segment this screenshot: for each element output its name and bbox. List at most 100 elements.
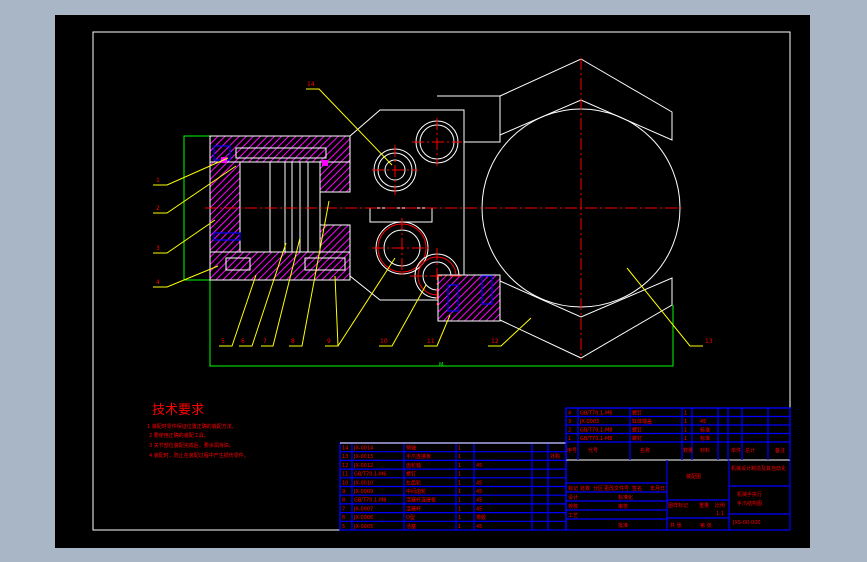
svg-text:3 关节部位装配完成后，要涂润滑油。: 3 关节部位装配完成后，要涂润滑油。: [149, 442, 234, 449]
parts-list-cell: JX-0013: [353, 454, 373, 460]
parts-list-cell: 中间齿轮: [406, 488, 426, 495]
parts-list-cell: GB/T70.1-M8: [580, 428, 612, 434]
svg-text:2 要使用正确的装配工具。: 2 要使用正确的装配工具。: [149, 432, 209, 439]
svg-text:技术要求: 技术要求: [152, 403, 204, 418]
svg-text:图样标记: 图样标记: [668, 502, 688, 509]
svg-text:JXS-00-000: JXS-00-000: [732, 520, 761, 526]
svg-text:年月日: 年月日: [650, 485, 665, 492]
parts-list-cell: 1: [458, 506, 461, 512]
svg-text:7: 7: [263, 338, 267, 345]
parts-list-cell: 齿轮轴: [406, 462, 421, 469]
parts-list-cell: 45: [476, 480, 482, 486]
parts-list-cell: 12: [342, 463, 348, 469]
svg-text:机械手执行: 机械手执行: [737, 491, 762, 498]
parts-list-cell: 7: [342, 506, 345, 512]
parts-list-cell: 45: [476, 463, 482, 469]
cad-drawing-canvas[interactable]: M 1 2 3 4 5 6 7 8 9 10 11 12 13 14 技术要求 …: [0, 0, 867, 562]
svg-text:校核: 校核: [568, 503, 578, 510]
parts-list-cell: 2: [568, 428, 571, 434]
parts-list-cell: 活塞杆: [406, 505, 421, 512]
svg-text:12: 12: [491, 338, 499, 345]
parts-list-cell: 活塞: [406, 523, 416, 530]
svg-text:工艺: 工艺: [568, 513, 578, 519]
parts-list-cell: 45: [476, 498, 482, 504]
parts-list-cell: JX-0012: [353, 463, 373, 469]
parts-list-cell: 螺钉: [632, 435, 642, 442]
parts-list-cell: 销轴: [406, 445, 416, 452]
parts-list-cell: 11: [342, 472, 348, 478]
parts-list-cell: 螺钉: [406, 471, 416, 478]
parts-list-cell: 1: [458, 480, 461, 486]
parts-list-cell: 标准: [700, 435, 710, 442]
parts-list-cell: 外购: [550, 453, 560, 460]
parts-list-cell: 1: [568, 436, 571, 442]
svg-text:9: 9: [327, 338, 331, 345]
parts-list-cell: O型: [406, 514, 415, 521]
parts-list-cell: 活塞杆连接板: [406, 497, 436, 504]
parts-list-cell: 1: [458, 524, 461, 530]
svg-text:14: 14: [307, 81, 315, 88]
parts-list-cell: 9: [342, 489, 345, 495]
svg-text:第 张: 第 张: [700, 522, 712, 529]
svg-text:4: 4: [156, 279, 160, 286]
parts-list-cell: 标准: [700, 427, 710, 434]
parts-list-cell: 13: [342, 454, 348, 460]
parts-list-cell: 1: [458, 463, 461, 469]
svg-text:审核: 审核: [618, 503, 628, 510]
parts-list-cell: 1: [684, 436, 687, 442]
parts-list-header: 代号: [588, 447, 598, 454]
svg-text:1: 1: [156, 177, 160, 184]
svg-text:设计: 设计: [568, 494, 578, 501]
parts-list-cell: GB/T70.1-M8: [580, 436, 612, 442]
parts-list-header: 名称: [640, 447, 650, 454]
parts-list-cell: 1: [458, 446, 461, 452]
parts-list-cell: 橡胶: [476, 514, 486, 521]
parts-list-cell: GB/T70.1-M8: [354, 498, 386, 504]
parts-list-cell: 45: [476, 506, 482, 512]
parts-list-cell: 45: [700, 419, 706, 425]
parts-list-cell: 1: [684, 419, 687, 425]
parts-list-header: 材料: [700, 447, 710, 454]
svg-text:M: M: [439, 362, 443, 368]
svg-text:比例: 比例: [715, 502, 725, 509]
svg-text:标记: 标记: [568, 485, 578, 492]
parts-list-cell: GB/T70.1-M6: [580, 411, 612, 417]
parts-list-cell: 4: [568, 411, 571, 417]
parts-list-cell: 5: [342, 524, 345, 530]
parts-list-cell: GB/T70.1-M6: [354, 472, 386, 478]
parts-list-header: 备注: [775, 447, 785, 454]
parts-list-cell: 6: [342, 515, 345, 521]
parts-list-cell: 1: [458, 489, 461, 495]
parts-list-header: 单件: [731, 447, 741, 454]
parts-list-cell: 3: [568, 419, 571, 425]
svg-text:批准: 批准: [618, 522, 628, 529]
svg-text:5: 5: [221, 338, 225, 345]
parts-list-cell: 45: [476, 524, 482, 530]
parts-list-header: 总计: [745, 447, 755, 454]
svg-text:签名: 签名: [632, 485, 642, 492]
parts-list-cell: 14: [342, 446, 348, 452]
parts-list-cell: 8: [342, 498, 345, 504]
svg-text:11: 11: [427, 338, 435, 345]
parts-list-cell: 1: [684, 428, 687, 434]
parts-list-cell: 手爪连接板: [406, 453, 431, 460]
parts-list-cell: 1: [458, 515, 461, 521]
parts-list-cell: 1: [458, 498, 461, 504]
svg-text:6: 6: [241, 338, 245, 345]
parts-list-cell: JX-0007: [353, 506, 373, 512]
svg-text:标准化: 标准化: [618, 494, 633, 501]
svg-text:手爪结构图: 手爪结构图: [737, 500, 762, 507]
parts-list-cell: JX-0006: [353, 515, 373, 521]
parts-list-cell: 1: [684, 411, 687, 417]
svg-text:机械设计制造及其自动化: 机械设计制造及其自动化: [731, 465, 786, 472]
svg-text:更改文件号: 更改文件号: [604, 485, 629, 492]
svg-text:13: 13: [705, 338, 713, 345]
svg-text:1 装配时零件保证位置正确的装配方法。: 1 装配时零件保证位置正确的装配方法。: [147, 423, 237, 430]
svg-text:装配图: 装配图: [686, 473, 701, 480]
parts-list-cell: JX-0005: [353, 524, 373, 530]
parts-list-header: 序号: [567, 447, 577, 454]
svg-text:3: 3: [156, 245, 160, 252]
svg-text:4 装配时，防止在装配过程中产生损伤零件。: 4 装配时，防止在装配过程中产生损伤零件。: [149, 452, 249, 459]
parts-list-cell: JX-0010: [353, 480, 373, 486]
svg-text:2: 2: [156, 205, 160, 212]
